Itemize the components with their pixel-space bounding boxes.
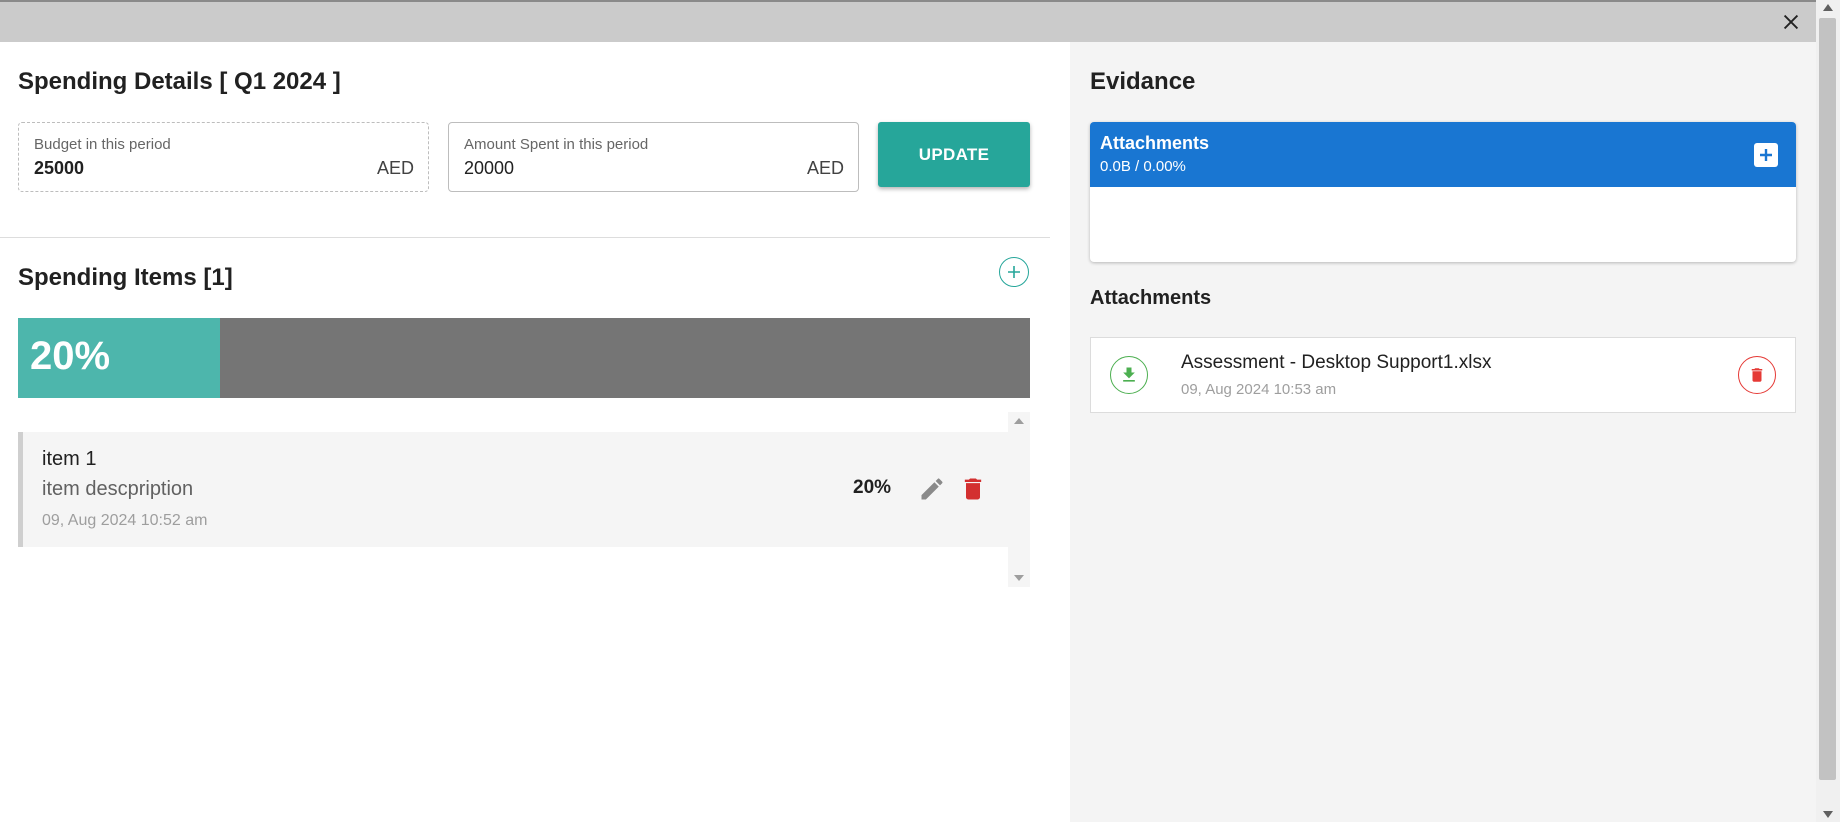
trash-icon [964,478,982,500]
amount-spent-field[interactable]: Amount Spent in this period 20000 AED [448,122,859,192]
section-divider [0,237,1050,238]
list-scroll-down-icon[interactable] [1014,575,1024,581]
close-button[interactable] [1780,11,1802,33]
download-icon [1123,367,1135,382]
item-percent: 20% [853,477,892,498]
edit-item-button[interactable] [918,475,946,503]
window-scrollbar[interactable] [1816,0,1840,822]
list-scrollbar[interactable] [1008,412,1030,587]
pencil-icon [921,478,943,500]
item-date: 09, Aug 2024 10:52 am [42,512,208,529]
scrollbar-thumb[interactable] [1819,18,1836,780]
evidence-title: Evidance [1090,68,1196,95]
update-button[interactable]: UPDATE [878,122,1030,187]
attachment-file-name: Assessment - Desktop Support1.xlsx [1181,352,1492,373]
attachments-card-header: Attachments 0.0B / 0.00% [1090,122,1796,187]
budget-label: Budget in this period [34,136,171,153]
spending-items-list: item 1 item descpription 09, Aug 2024 10… [18,412,1030,587]
spending-panel: Spending Details [ Q1 2024 ] Budget in t… [0,42,1070,822]
attachment-row: Assessment - Desktop Support1.xlsx 09, A… [1090,337,1796,413]
download-button[interactable] [1110,356,1148,394]
list-item: item 1 item descpription 09, Aug 2024 10… [18,432,1008,547]
budget-field: Budget in this period 25000 AED [18,122,429,192]
item-title: item 1 [42,448,97,470]
attachments-card-title: Attachments [1100,133,1210,153]
spending-items-title: Spending Items [1] [18,264,233,291]
scroll-up-arrow-icon[interactable] [1823,4,1833,11]
progress-percent-text: 20% [30,334,111,378]
spending-progress-bar: 20% [18,318,1030,398]
plus-icon [1760,149,1772,161]
attachments-usage: 0.0B / 0.00% [1100,158,1186,175]
attachment-date: 09, Aug 2024 10:53 am [1181,381,1337,398]
amount-spent-label: Amount Spent in this period [464,136,649,153]
budget-value: 25000 [34,158,85,178]
add-spending-item-button[interactable] [999,257,1029,287]
add-attachment-button[interactable] [1754,143,1778,167]
delete-item-button[interactable] [959,474,987,504]
attachments-list-title: Attachments [1090,287,1212,309]
spending-details-title: Spending Details [ Q1 2024 ] [18,68,341,95]
budget-currency: AED [376,158,414,178]
evidence-panel: Evidance Attachments 0.0B / 0.00% Attach… [1070,42,1816,822]
close-icon [1783,14,1799,30]
scroll-down-arrow-icon[interactable] [1823,811,1833,818]
item-description: item descpription [42,478,194,500]
delete-attachment-button[interactable] [1738,356,1776,394]
list-scroll-up-icon[interactable] [1014,418,1024,424]
trash-icon [1751,368,1763,382]
amount-spent-value[interactable]: 20000 [464,158,514,179]
dialog-title-bar [0,0,1816,42]
amount-spent-currency: AED [806,158,844,178]
plus-icon [1008,266,1020,278]
attachments-upload-card: Attachments 0.0B / 0.00% [1090,122,1796,262]
